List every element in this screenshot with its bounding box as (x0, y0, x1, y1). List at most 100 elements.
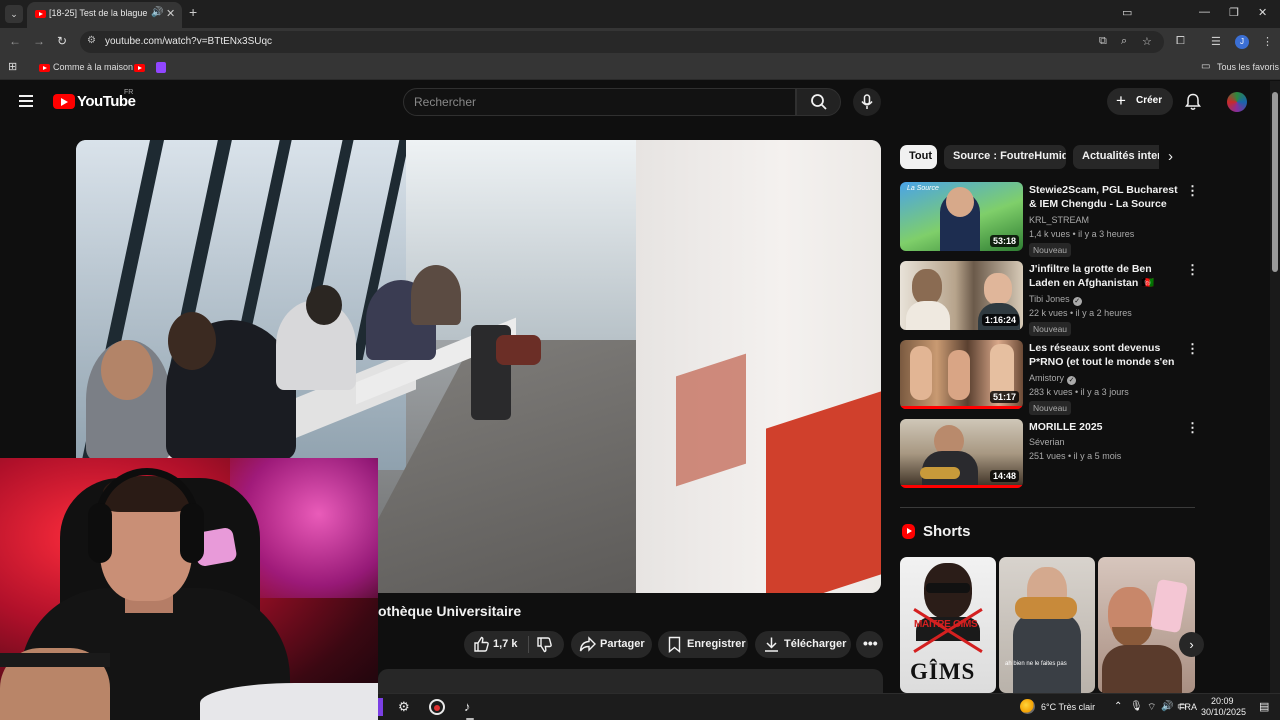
recommendation-item[interactable]: 1:16:24 J'infiltre la grotte de Ben Lade… (900, 261, 1200, 336)
short-caption: ah bien ne le faites pas (1005, 661, 1067, 667)
extensions-icon[interactable]: ⧠ (1176, 35, 1185, 48)
video-title[interactable]: J'infiltre la grotte de Ben Laden en Afg… (1029, 262, 1179, 290)
channel-name[interactable]: Amistory ✓ (1029, 373, 1077, 385)
more-vertical-icon[interactable]: ⋮ (1186, 342, 1199, 355)
video-title[interactable]: Stewie2Scam, PGL Bucharest & IEM Chengdu… (1029, 183, 1179, 211)
channel-name[interactable]: KRL_STREAM (1029, 215, 1089, 225)
chip-all[interactable]: Tout (900, 145, 937, 169)
thumbs-down-icon[interactable] (536, 636, 553, 653)
section-divider (900, 507, 1195, 508)
tab-close-icon[interactable]: ✕ (166, 7, 175, 20)
tiktok-app-icon[interactable]: ♪ (464, 700, 471, 714)
youtube-bookmark-icon[interactable] (134, 64, 145, 72)
short-thumbnail[interactable] (1098, 557, 1195, 693)
notification-center-icon[interactable]: ▤ (1259, 700, 1269, 713)
media-controls-icon[interactable]: ☰ (1211, 35, 1221, 48)
notifications-bell-icon[interactable] (1185, 93, 1201, 111)
tab-audio-icon[interactable]: 🔊 (151, 7, 163, 18)
shorts-icon (902, 524, 915, 539)
chip-news[interactable]: Actualités intern (1073, 145, 1159, 169)
profile-avatar[interactable]: J (1235, 35, 1249, 49)
channel-name[interactable]: Tibi Jones ✓ (1029, 294, 1082, 306)
create-button[interactable]: + Créer (1107, 88, 1173, 115)
search-box[interactable] (403, 88, 796, 116)
channel-name-text: Tibi Jones (1029, 294, 1070, 304)
search-button[interactable] (796, 88, 841, 116)
address-bar[interactable]: ⚙ youtube.com/watch?v=BTtEN​x3SUqc ⧉ ⌕ ☆ (80, 31, 1164, 53)
clock-date[interactable]: 30/10/2025 (1201, 707, 1246, 717)
video-title[interactable]: Les réseaux sont devenus P*RNO (et tout … (1029, 341, 1179, 369)
more-horizontal-icon: ••• (863, 635, 878, 651)
account-avatar[interactable] (1227, 92, 1247, 112)
network-icon[interactable]: ⌔ (1147, 701, 1156, 714)
forward-arrow-icon[interactable]: → (33, 34, 45, 48)
chip-source[interactable]: Source : FoutreHumide (944, 145, 1066, 169)
chevron-right-icon[interactable]: › (1168, 148, 1173, 165)
language-indicator[interactable]: FRA (1179, 702, 1197, 712)
student-head (306, 285, 342, 325)
chip-label: Actualités intern (1082, 150, 1159, 162)
tab-search-button[interactable]: ⌄ (5, 5, 23, 23)
pink-box (1149, 578, 1189, 634)
app-badge (434, 705, 440, 711)
weather-moon-icon[interactable] (1020, 699, 1035, 714)
download-icon (765, 637, 778, 652)
more-vertical-icon[interactable]: ⋮ (1186, 421, 1199, 434)
cast-icon[interactable]: ▭ (1122, 6, 1132, 19)
recommendation-item[interactable]: La Source 53:18 Stewie2Scam, PGL Buchare… (900, 182, 1200, 257)
browser-toolbar: ← → ↻ ⚙ youtube.com/watch?v=BTtEN​x3SUqc… (0, 28, 1280, 56)
shorts-next-button[interactable]: › (1179, 632, 1204, 657)
video-title[interactable]: MORILLE 2025 (1029, 420, 1179, 434)
volume-icon[interactable]: 🔊 (1161, 701, 1173, 712)
recommendation-item[interactable]: 14:48 MORILLE 2025 Séverian 251 vues • i… (900, 419, 1200, 491)
video-thumbnail[interactable]: 1:16:24 (900, 261, 1023, 330)
site-info-icon[interactable]: ⚙ (87, 35, 96, 46)
address-url[interactable]: youtube.com/watch?v=BTtEN​x3SUqc (105, 36, 272, 47)
browser-tab-active[interactable]: [18-25] Test de la blague de 🔊 ✕ (27, 2, 182, 28)
scrollbar-thumb[interactable] (1272, 92, 1278, 272)
video-thumbnail[interactable]: La Source 53:18 (900, 182, 1023, 251)
window-restore-button[interactable]: ❐ (1229, 6, 1239, 19)
more-vertical-icon[interactable]: ⋮ (1186, 184, 1199, 197)
reload-icon[interactable]: ↻ (57, 34, 67, 48)
back-arrow-icon[interactable]: ← (9, 34, 21, 48)
install-app-icon[interactable]: ⧉ (1099, 35, 1107, 48)
weather-text[interactable]: 6°C Très clair (1041, 702, 1095, 712)
guide-menu-icon[interactable] (19, 95, 33, 107)
zoom-icon[interactable]: ⌕ (1121, 35, 1127, 48)
thumbs-up-icon[interactable] (473, 636, 490, 653)
thumbnail-person (906, 301, 950, 330)
thumbnail-figure (948, 350, 970, 400)
more-actions-button[interactable]: ••• (856, 631, 883, 658)
download-button[interactable]: Télécharger (755, 631, 851, 658)
chevron-up-icon[interactable]: ⌃ (1114, 701, 1122, 712)
short-thumbnail[interactable]: MAITRE GIMS GÎMS (900, 557, 996, 693)
share-button[interactable]: Partager (571, 631, 652, 658)
new-tab-button[interactable]: + (189, 5, 197, 19)
window-minimize-button[interactable]: — (1199, 6, 1210, 18)
like-count[interactable]: 1,7 k (493, 638, 517, 650)
bookmark-star-icon[interactable]: ☆ (1142, 35, 1152, 48)
more-vertical-icon[interactable]: ⋮ (1186, 263, 1199, 276)
save-button[interactable]: Enregistrer (658, 631, 748, 658)
microphone-tray-icon[interactable]: 🎙 (1130, 701, 1143, 712)
video-thumbnail[interactable]: 14:48 (900, 419, 1023, 488)
youtube-logo-icon[interactable] (53, 94, 75, 109)
watch-progress-bar (900, 406, 1023, 409)
video-meta: 22 k vues • il y a 2 heures (1029, 308, 1132, 318)
settings-gear-icon[interactable]: ⚙ (398, 700, 410, 714)
apps-grid-icon[interactable]: ⊞ (8, 60, 17, 73)
search-input[interactable] (414, 94, 784, 110)
all-bookmarks-link[interactable]: Tous les favoris (1217, 62, 1279, 72)
video-thumbnail[interactable]: 51:17 (900, 340, 1023, 409)
recommendation-item[interactable]: 51:17 Les réseaux sont devenus P*RNO (et… (900, 340, 1200, 415)
browser-menu-icon[interactable]: ⋮ (1262, 35, 1273, 48)
twitch-bookmark-icon[interactable] (156, 62, 166, 73)
channel-name[interactable]: Séverian (1029, 437, 1065, 447)
short-thumbnail[interactable]: ah bien ne le faites pas (999, 557, 1095, 693)
voice-search-button[interactable] (853, 88, 881, 116)
bookmark-link[interactable]: Comme à la maison (53, 62, 133, 72)
clock-time[interactable]: 20:09 (1211, 696, 1234, 706)
download-label: Télécharger (784, 638, 847, 650)
window-close-button[interactable]: ✕ (1258, 6, 1267, 19)
